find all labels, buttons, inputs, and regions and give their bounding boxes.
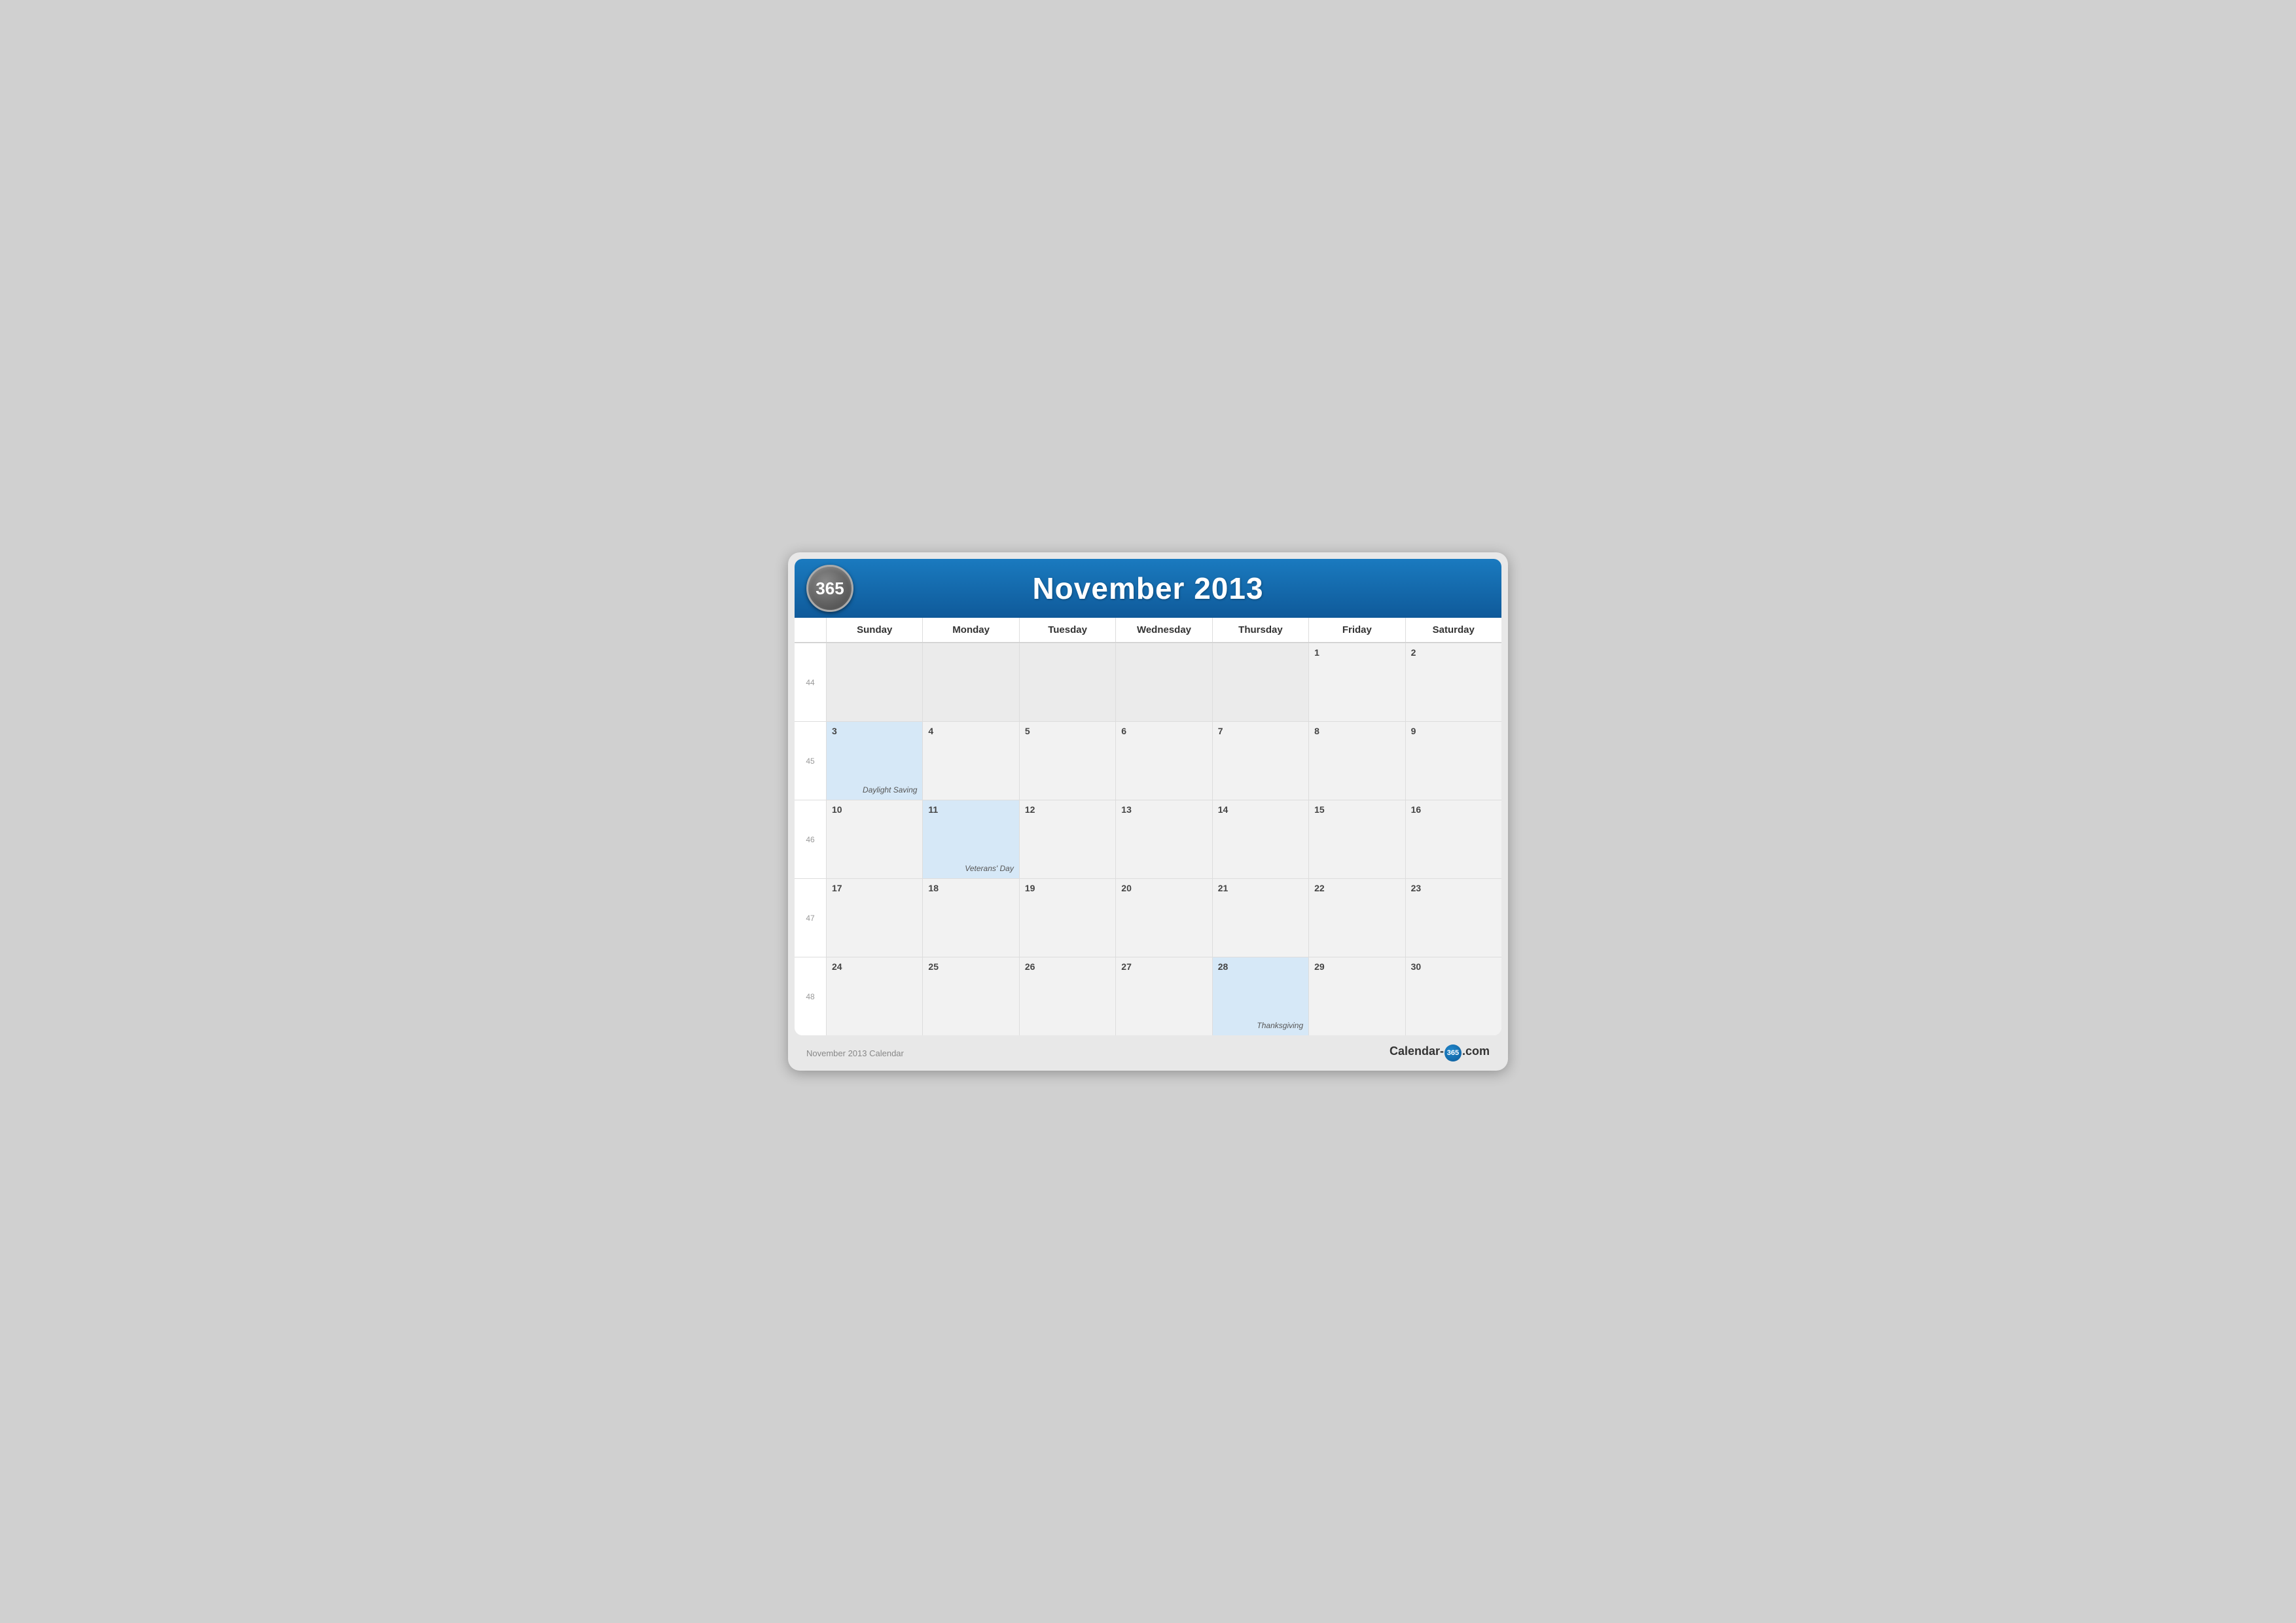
day-number: 1 bbox=[1314, 647, 1399, 658]
day-number: 14 bbox=[1218, 804, 1303, 815]
day-cell-28: 28 Thanksgiving bbox=[1212, 957, 1308, 1035]
brand-prefix: Calendar- bbox=[1390, 1044, 1444, 1058]
day-number: 25 bbox=[928, 961, 1013, 972]
day-number: 22 bbox=[1314, 883, 1399, 893]
day-cell-2: 2 bbox=[1405, 643, 1501, 721]
day-cell-9: 9 bbox=[1405, 721, 1501, 800]
day-cell-21: 21 bbox=[1212, 878, 1308, 957]
day-number: 17 bbox=[832, 883, 917, 893]
day-number: 2 bbox=[1411, 647, 1496, 658]
week-number-48: 48 bbox=[795, 957, 826, 1035]
day-cell-16: 16 bbox=[1405, 800, 1501, 878]
day-of-week-row: SundayMondayTuesdayWednesdayThursdayFrid… bbox=[795, 618, 1501, 643]
day-number: 11 bbox=[928, 804, 1013, 815]
day-cell-5: 5 bbox=[1019, 721, 1115, 800]
day-number: 24 bbox=[832, 961, 917, 972]
calendar-header: 365 November 2013 bbox=[795, 559, 1501, 618]
day-number: 10 bbox=[832, 804, 917, 815]
day-cell-17: 17 bbox=[826, 878, 922, 957]
logo-text: 365 bbox=[816, 579, 844, 599]
day-cell-30: 30 bbox=[1405, 957, 1501, 1035]
day-cell-7: 7 bbox=[1212, 721, 1308, 800]
day-cell-12: 12 bbox=[1019, 800, 1115, 878]
day-cell-empty bbox=[1212, 643, 1308, 721]
dow-tuesday: Tuesday bbox=[1019, 618, 1115, 642]
day-number: 4 bbox=[928, 726, 1013, 736]
day-cell-25: 25 bbox=[922, 957, 1018, 1035]
day-cell-23: 23 bbox=[1405, 878, 1501, 957]
day-number: 27 bbox=[1121, 961, 1206, 972]
event-label: Thanksgiving bbox=[1257, 1021, 1303, 1030]
day-number: 3 bbox=[832, 726, 917, 736]
day-cell-29: 29 bbox=[1308, 957, 1405, 1035]
day-cell-6: 6 bbox=[1115, 721, 1211, 800]
dow-wednesday: Wednesday bbox=[1115, 618, 1211, 642]
calendar-title: November 2013 bbox=[1032, 571, 1263, 606]
day-number: 6 bbox=[1121, 726, 1206, 736]
calendar-grid: 4412453Daylight Saving456789461011Vetera… bbox=[795, 643, 1501, 1035]
day-number: 12 bbox=[1025, 804, 1110, 815]
day-cell-4: 4 bbox=[922, 721, 1018, 800]
event-label: Daylight Saving bbox=[863, 785, 917, 794]
week-number-46: 46 bbox=[795, 800, 826, 878]
dow-sunday: Sunday bbox=[826, 618, 922, 642]
day-number: 7 bbox=[1218, 726, 1303, 736]
day-number: 5 bbox=[1025, 726, 1110, 736]
day-cell-22: 22 bbox=[1308, 878, 1405, 957]
day-number: 16 bbox=[1411, 804, 1496, 815]
day-cell-18: 18 bbox=[922, 878, 1018, 957]
day-number: 19 bbox=[1025, 883, 1110, 893]
day-cell-empty bbox=[922, 643, 1018, 721]
day-cell-27: 27 bbox=[1115, 957, 1211, 1035]
day-cell-26: 26 bbox=[1019, 957, 1115, 1035]
day-cell-1: 1 bbox=[1308, 643, 1405, 721]
day-cell-8: 8 bbox=[1308, 721, 1405, 800]
day-number: 9 bbox=[1411, 726, 1496, 736]
footer: November 2013 Calendar Calendar-365.com bbox=[795, 1035, 1501, 1064]
day-cell-empty bbox=[1019, 643, 1115, 721]
day-cell-empty bbox=[1115, 643, 1211, 721]
day-number: 30 bbox=[1411, 961, 1496, 972]
day-number: 21 bbox=[1218, 883, 1303, 893]
day-cell-15: 15 bbox=[1308, 800, 1405, 878]
footer-caption: November 2013 Calendar bbox=[806, 1048, 904, 1058]
logo-365: 365 bbox=[806, 565, 853, 612]
week-number-47: 47 bbox=[795, 878, 826, 957]
day-number: 15 bbox=[1314, 804, 1399, 815]
dow-saturday: Saturday bbox=[1405, 618, 1501, 642]
brand-suffix: .com bbox=[1462, 1044, 1490, 1058]
event-label: Veterans' Day bbox=[965, 864, 1014, 873]
day-number: 20 bbox=[1121, 883, 1206, 893]
day-cell-14: 14 bbox=[1212, 800, 1308, 878]
week-label-header bbox=[795, 618, 826, 642]
day-number: 8 bbox=[1314, 726, 1399, 736]
brand-number: 365 bbox=[1447, 1049, 1459, 1057]
dow-friday: Friday bbox=[1308, 618, 1405, 642]
day-number: 23 bbox=[1411, 883, 1496, 893]
brand-365-circle: 365 bbox=[1444, 1044, 1462, 1061]
day-number: 28 bbox=[1218, 961, 1303, 972]
day-cell-20: 20 bbox=[1115, 878, 1211, 957]
day-cell-24: 24 bbox=[826, 957, 922, 1035]
day-cell-19: 19 bbox=[1019, 878, 1115, 957]
dow-monday: Monday bbox=[922, 618, 1018, 642]
footer-brand: Calendar-365.com bbox=[1390, 1044, 1490, 1061]
day-cell-13: 13 bbox=[1115, 800, 1211, 878]
day-cell-3: 3 Daylight Saving bbox=[826, 721, 922, 800]
day-number: 26 bbox=[1025, 961, 1110, 972]
week-number-44: 44 bbox=[795, 643, 826, 721]
dow-thursday: Thursday bbox=[1212, 618, 1308, 642]
day-number: 13 bbox=[1121, 804, 1206, 815]
calendar-page: 365 November 2013 SundayMondayTuesdayWed… bbox=[788, 552, 1508, 1071]
calendar-body: SundayMondayTuesdayWednesdayThursdayFrid… bbox=[795, 618, 1501, 1035]
day-number: 18 bbox=[928, 883, 1013, 893]
day-cell-10: 10 bbox=[826, 800, 922, 878]
day-number: 29 bbox=[1314, 961, 1399, 972]
day-cell-11: 11 Veterans' Day bbox=[922, 800, 1018, 878]
week-number-45: 45 bbox=[795, 721, 826, 800]
day-cell-empty bbox=[826, 643, 922, 721]
